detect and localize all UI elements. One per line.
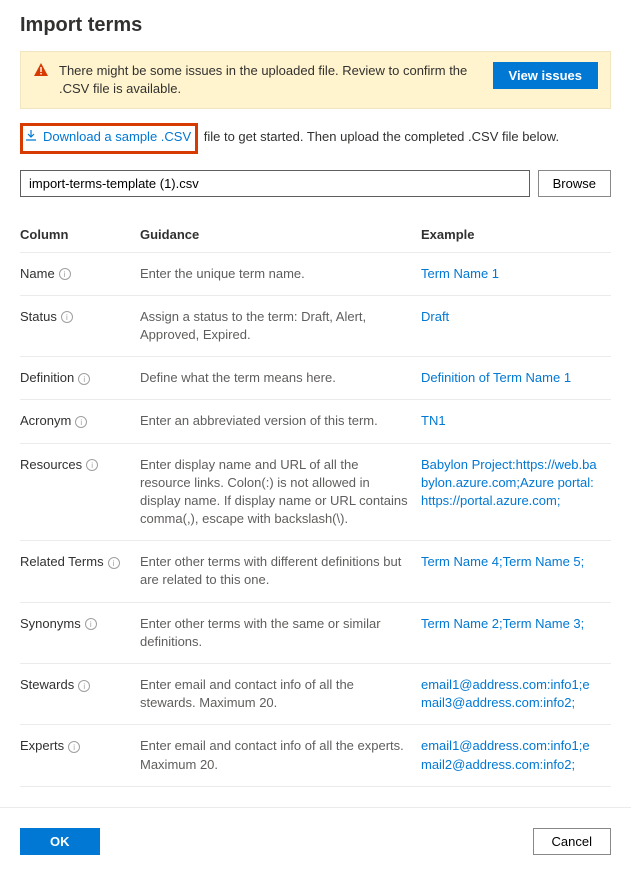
warning-text: There might be some issues in the upload… [59,62,483,98]
row-example: Babylon Project:https://web.babylon.azur… [421,443,611,541]
view-issues-button[interactable]: View issues [493,62,598,89]
example-link[interactable]: TN1 [421,413,446,428]
row-name: Resourcesi [20,443,140,541]
row-guidance: Enter display name and URL of all the re… [140,443,421,541]
info-icon[interactable]: i [68,741,80,753]
row-guidance: Enter email and contact info of all the … [140,664,421,725]
row-guidance: Enter email and contact info of all the … [140,725,421,786]
info-icon[interactable]: i [59,268,71,280]
row-guidance: Enter other terms with the same or simil… [140,602,421,663]
example-link[interactable]: email1@address.com:info1;email3@address.… [421,677,590,710]
example-link[interactable]: Term Name 2;Term Name 3; [421,616,584,631]
row-example: Term Name 4;Term Name 5; [421,541,611,602]
row-name: Namei [20,252,140,295]
table-row: SynonymsiEnter other terms with the same… [20,602,611,663]
download-sample-link[interactable]: Download a sample .CSV [25,128,191,146]
cancel-button[interactable]: Cancel [533,828,611,855]
row-name: Definitioni [20,357,140,400]
browse-button[interactable]: Browse [538,170,611,197]
info-icon[interactable]: i [108,557,120,569]
col-header-guidance: Guidance [140,217,421,253]
info-icon[interactable]: i [78,373,90,385]
row-guidance: Enter the unique term name. [140,252,421,295]
table-row: AcronymiEnter an abbreviated version of … [20,400,611,443]
row-name: Stewardsi [20,664,140,725]
row-guidance: Enter an abbreviated version of this ter… [140,400,421,443]
row-example: email1@address.com:info1;email3@address.… [421,664,611,725]
row-guidance: Define what the term means here. [140,357,421,400]
highlight-box: Download a sample .CSV [20,123,198,153]
info-icon[interactable]: i [85,618,97,630]
row-guidance: Enter other terms with different definit… [140,541,421,602]
download-row: Download a sample .CSV file to get start… [20,123,611,153]
warning-icon [33,62,49,81]
info-icon[interactable]: i [86,459,98,471]
col-header-column: Column [20,217,140,253]
row-example: TN1 [421,400,611,443]
table-row: DefinitioniDefine what the term means he… [20,357,611,400]
row-name: Statusi [20,295,140,356]
row-name: Acronymi [20,400,140,443]
col-header-example: Example [421,217,611,253]
table-row: Related TermsiEnter other terms with dif… [20,541,611,602]
file-path-input[interactable] [20,170,530,197]
example-link[interactable]: email1@address.com:info1;email2@address.… [421,738,590,771]
info-icon[interactable]: i [61,311,73,323]
info-icon[interactable]: i [78,680,90,692]
example-link[interactable]: Draft [421,309,449,324]
download-link-text: Download a sample .CSV [43,128,191,146]
dialog-footer: OK Cancel [0,807,631,875]
page-title: Import terms [20,14,611,37]
warning-bar: There might be some issues in the upload… [20,51,611,109]
file-row: Browse [20,170,611,197]
table-row: ResourcesiEnter display name and URL of … [20,443,611,541]
example-link[interactable]: Babylon Project:https://web.babylon.azur… [421,457,597,508]
row-name: Expertsi [20,725,140,786]
example-link[interactable]: Definition of Term Name 1 [421,370,571,385]
row-example: Draft [421,295,611,356]
row-name: Synonymsi [20,602,140,663]
guidance-table: Column Guidance Example NameiEnter the u… [20,217,611,787]
table-row: ExpertsiEnter email and contact info of … [20,725,611,786]
row-example: Definition of Term Name 1 [421,357,611,400]
info-icon[interactable]: i [75,416,87,428]
row-example: email1@address.com:info1;email2@address.… [421,725,611,786]
example-link[interactable]: Term Name 4;Term Name 5; [421,554,584,569]
download-icon [25,128,37,146]
row-guidance: Assign a status to the term: Draft, Aler… [140,295,421,356]
row-example: Term Name 2;Term Name 3; [421,602,611,663]
row-example: Term Name 1 [421,252,611,295]
table-row: StewardsiEnter email and contact info of… [20,664,611,725]
download-suffix-text: file to get started. Then upload the com… [200,129,559,144]
table-row: StatusiAssign a status to the term: Draf… [20,295,611,356]
ok-button[interactable]: OK [20,828,100,855]
table-row: NameiEnter the unique term name.Term Nam… [20,252,611,295]
row-name: Related Termsi [20,541,140,602]
example-link[interactable]: Term Name 1 [421,266,499,281]
